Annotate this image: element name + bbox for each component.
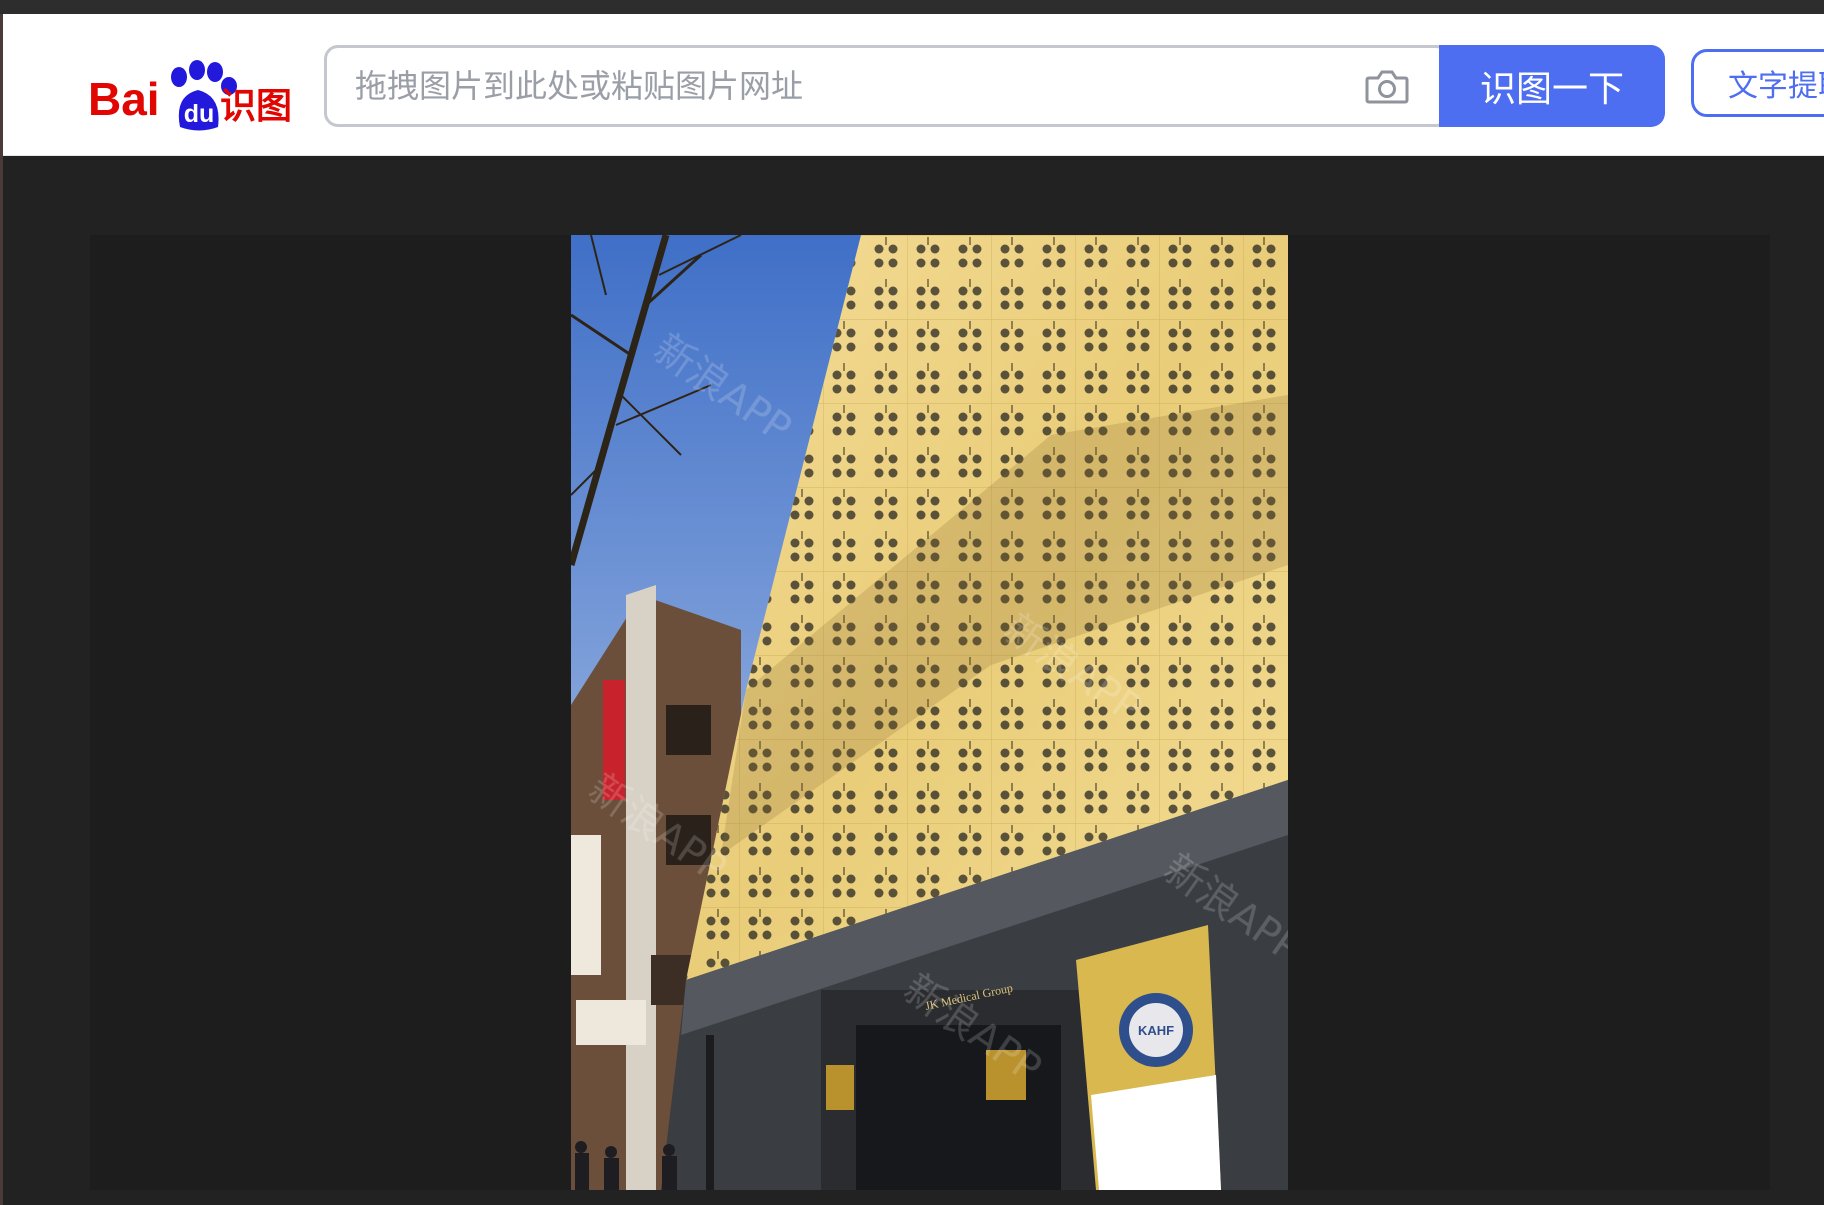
- browser-top-strip: [0, 0, 1824, 14]
- search-by-image-button[interactable]: 识图一下: [1439, 45, 1665, 127]
- search-box: [324, 45, 1450, 127]
- header-bar: Bai du 识图 识图一下 文字提取: [3, 14, 1824, 156]
- logo-text-bai: Bai: [88, 73, 160, 125]
- camera-icon[interactable]: [1362, 62, 1412, 110]
- text-extract-button[interactable]: 文字提取: [1691, 49, 1824, 117]
- search-input[interactable]: [327, 48, 1337, 124]
- poster-badge-text: KAHF: [1138, 1023, 1174, 1038]
- baidu-shitu-logo[interactable]: Bai du 识图: [88, 50, 298, 140]
- logo-text-du: du: [184, 100, 215, 128]
- uploaded-image[interactable]: KAHF JK Medical Group 新浪APP 新浪APP 新浪APP …: [571, 235, 1288, 1190]
- logo-text-shitu: 识图: [220, 86, 292, 127]
- window-left-edge: [0, 14, 3, 1205]
